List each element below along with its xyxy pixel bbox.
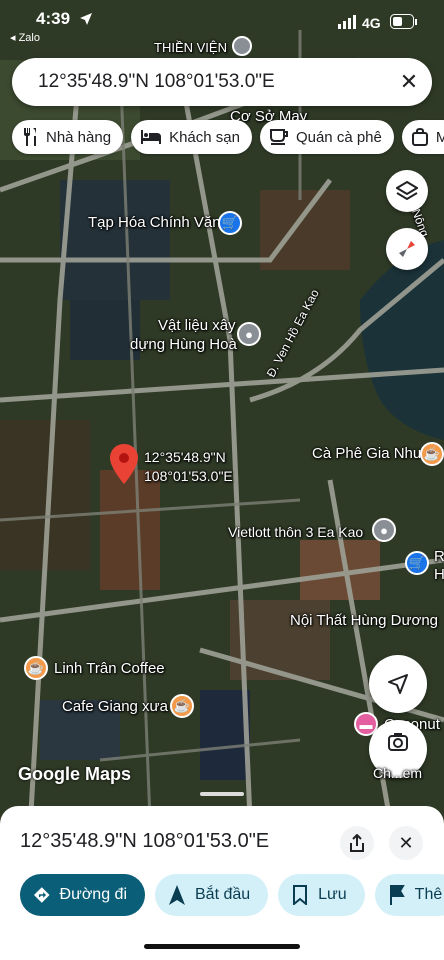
category-chips: Nhà hàng Khách sạn Quán cà phê M xyxy=(12,120,444,154)
map-label-linh-tran[interactable]: Linh Trân Coffee xyxy=(54,660,165,678)
layers-icon xyxy=(396,180,418,201)
network-type: 4G xyxy=(362,15,381,31)
directions-icon xyxy=(34,887,50,903)
chip-label: Quán cà phê xyxy=(295,128,382,146)
share-button[interactable] xyxy=(340,826,374,860)
map-label-tap-hoa[interactable]: Tạp Hóa Chính Văn xyxy=(88,214,221,232)
label-label: Thê xyxy=(414,886,443,903)
cafe-poi-icon-linh-tran[interactable]: ☕ xyxy=(24,656,48,680)
map-label-right-r: R xyxy=(434,548,444,565)
restaurant-icon xyxy=(24,128,36,146)
pin-coord-line2: 108°01'53.0"E xyxy=(144,468,233,484)
label-button[interactable]: Thê xyxy=(374,874,444,916)
cafe-poi-icon-giang-xua[interactable]: ☕ xyxy=(170,694,194,718)
signal-icon xyxy=(338,15,356,29)
battery-icon xyxy=(390,14,417,29)
navigation-arrow-icon xyxy=(388,674,408,694)
store-poi-icon[interactable]: ● xyxy=(237,322,261,346)
map-label-ca-phe-gia-nhu[interactable]: Cà Phê Gia Như xyxy=(312,445,423,463)
compass-button[interactable] xyxy=(386,228,428,270)
sheet-handle[interactable] xyxy=(200,792,244,796)
shopping-icon xyxy=(411,128,428,146)
place-title: 12°35'48.9"N 108°01'53.0"E xyxy=(20,830,270,852)
navigation-icon xyxy=(169,885,185,905)
compass-icon xyxy=(399,241,415,257)
map-label-vat-lieu-1[interactable]: Vật liệu xây xyxy=(158,317,236,335)
my-location-button[interactable] xyxy=(369,655,427,713)
chip-hotels[interactable]: Khách sạn xyxy=(131,120,252,154)
location-arrow-icon xyxy=(80,13,92,25)
status-bar: 4:39 ◂ Zalo 4G xyxy=(0,0,444,46)
pin-coord-line1: 12°35'48.9"N xyxy=(144,449,226,465)
bookmark-icon xyxy=(293,885,308,905)
chip-label: Khách sạn xyxy=(169,128,240,146)
cafe-icon xyxy=(269,129,288,145)
close-icon: ✕ xyxy=(398,832,414,853)
save-label: Lưu xyxy=(318,886,347,903)
camera-lens-icon xyxy=(388,733,408,751)
hotel-icon xyxy=(141,130,162,144)
place-sheet: 12°35'48.9"N 108°01'53.0"E ✕ Đường đi Bắ… xyxy=(0,792,444,960)
start-button[interactable]: Bắt đầu xyxy=(155,874,269,916)
directions-label: Đường đi xyxy=(59,886,127,903)
shop-poi-icon-right[interactable]: 🛒 xyxy=(405,551,429,575)
layers-button[interactable] xyxy=(386,170,428,212)
map-label-noi-that[interactable]: Nội Thất Hùng Dương xyxy=(290,612,438,630)
chip-restaurants[interactable]: Nhà hàng xyxy=(12,120,124,154)
chip-label: M xyxy=(435,128,444,146)
location-pin-icon[interactable] xyxy=(110,444,138,484)
status-time: 4:39 xyxy=(36,9,71,28)
map-label-vat-lieu-2[interactable]: dựng Hùng Hoà xyxy=(130,336,237,354)
search-input[interactable]: 12°35'48.9"N 108°01'53.0"E xyxy=(38,71,386,93)
map-label-vietlott[interactable]: Vietlott thôn 3 Ea Kao xyxy=(228,523,363,541)
start-label: Bắt đầu xyxy=(195,886,251,903)
home-indicator[interactable] xyxy=(144,944,300,949)
lottery-poi-icon[interactable]: ● xyxy=(372,518,396,542)
lens-label: Ch...em xyxy=(373,765,423,781)
chip-shopping[interactable]: M xyxy=(401,120,444,154)
directions-button[interactable]: Đường đi xyxy=(20,874,145,916)
map-label-giang-xua[interactable]: Cafe Giang xưa xyxy=(62,698,168,716)
cafe-poi-icon[interactable]: ☕ xyxy=(420,442,444,466)
chip-cafes[interactable]: Quán cà phê xyxy=(259,120,394,154)
back-to-app-link[interactable]: ◂ Zalo xyxy=(10,31,40,44)
map-label-right-h: H xyxy=(434,566,444,583)
action-buttons: Đường đi Bắt đầu Lưu Thê xyxy=(20,874,444,916)
close-icon[interactable]: ✕ xyxy=(386,69,432,95)
google-maps-logo: Google Maps xyxy=(18,764,132,784)
flag-icon xyxy=(389,885,405,905)
share-icon xyxy=(350,834,364,852)
close-sheet-button[interactable]: ✕ xyxy=(389,826,423,860)
shop-poi-icon[interactable]: 🛒 xyxy=(218,211,242,235)
search-bar[interactable]: 12°35'48.9"N 108°01'53.0"E ✕ xyxy=(12,58,432,106)
save-button[interactable]: Lưu xyxy=(278,874,365,916)
chip-label: Nhà hàng xyxy=(46,128,112,146)
